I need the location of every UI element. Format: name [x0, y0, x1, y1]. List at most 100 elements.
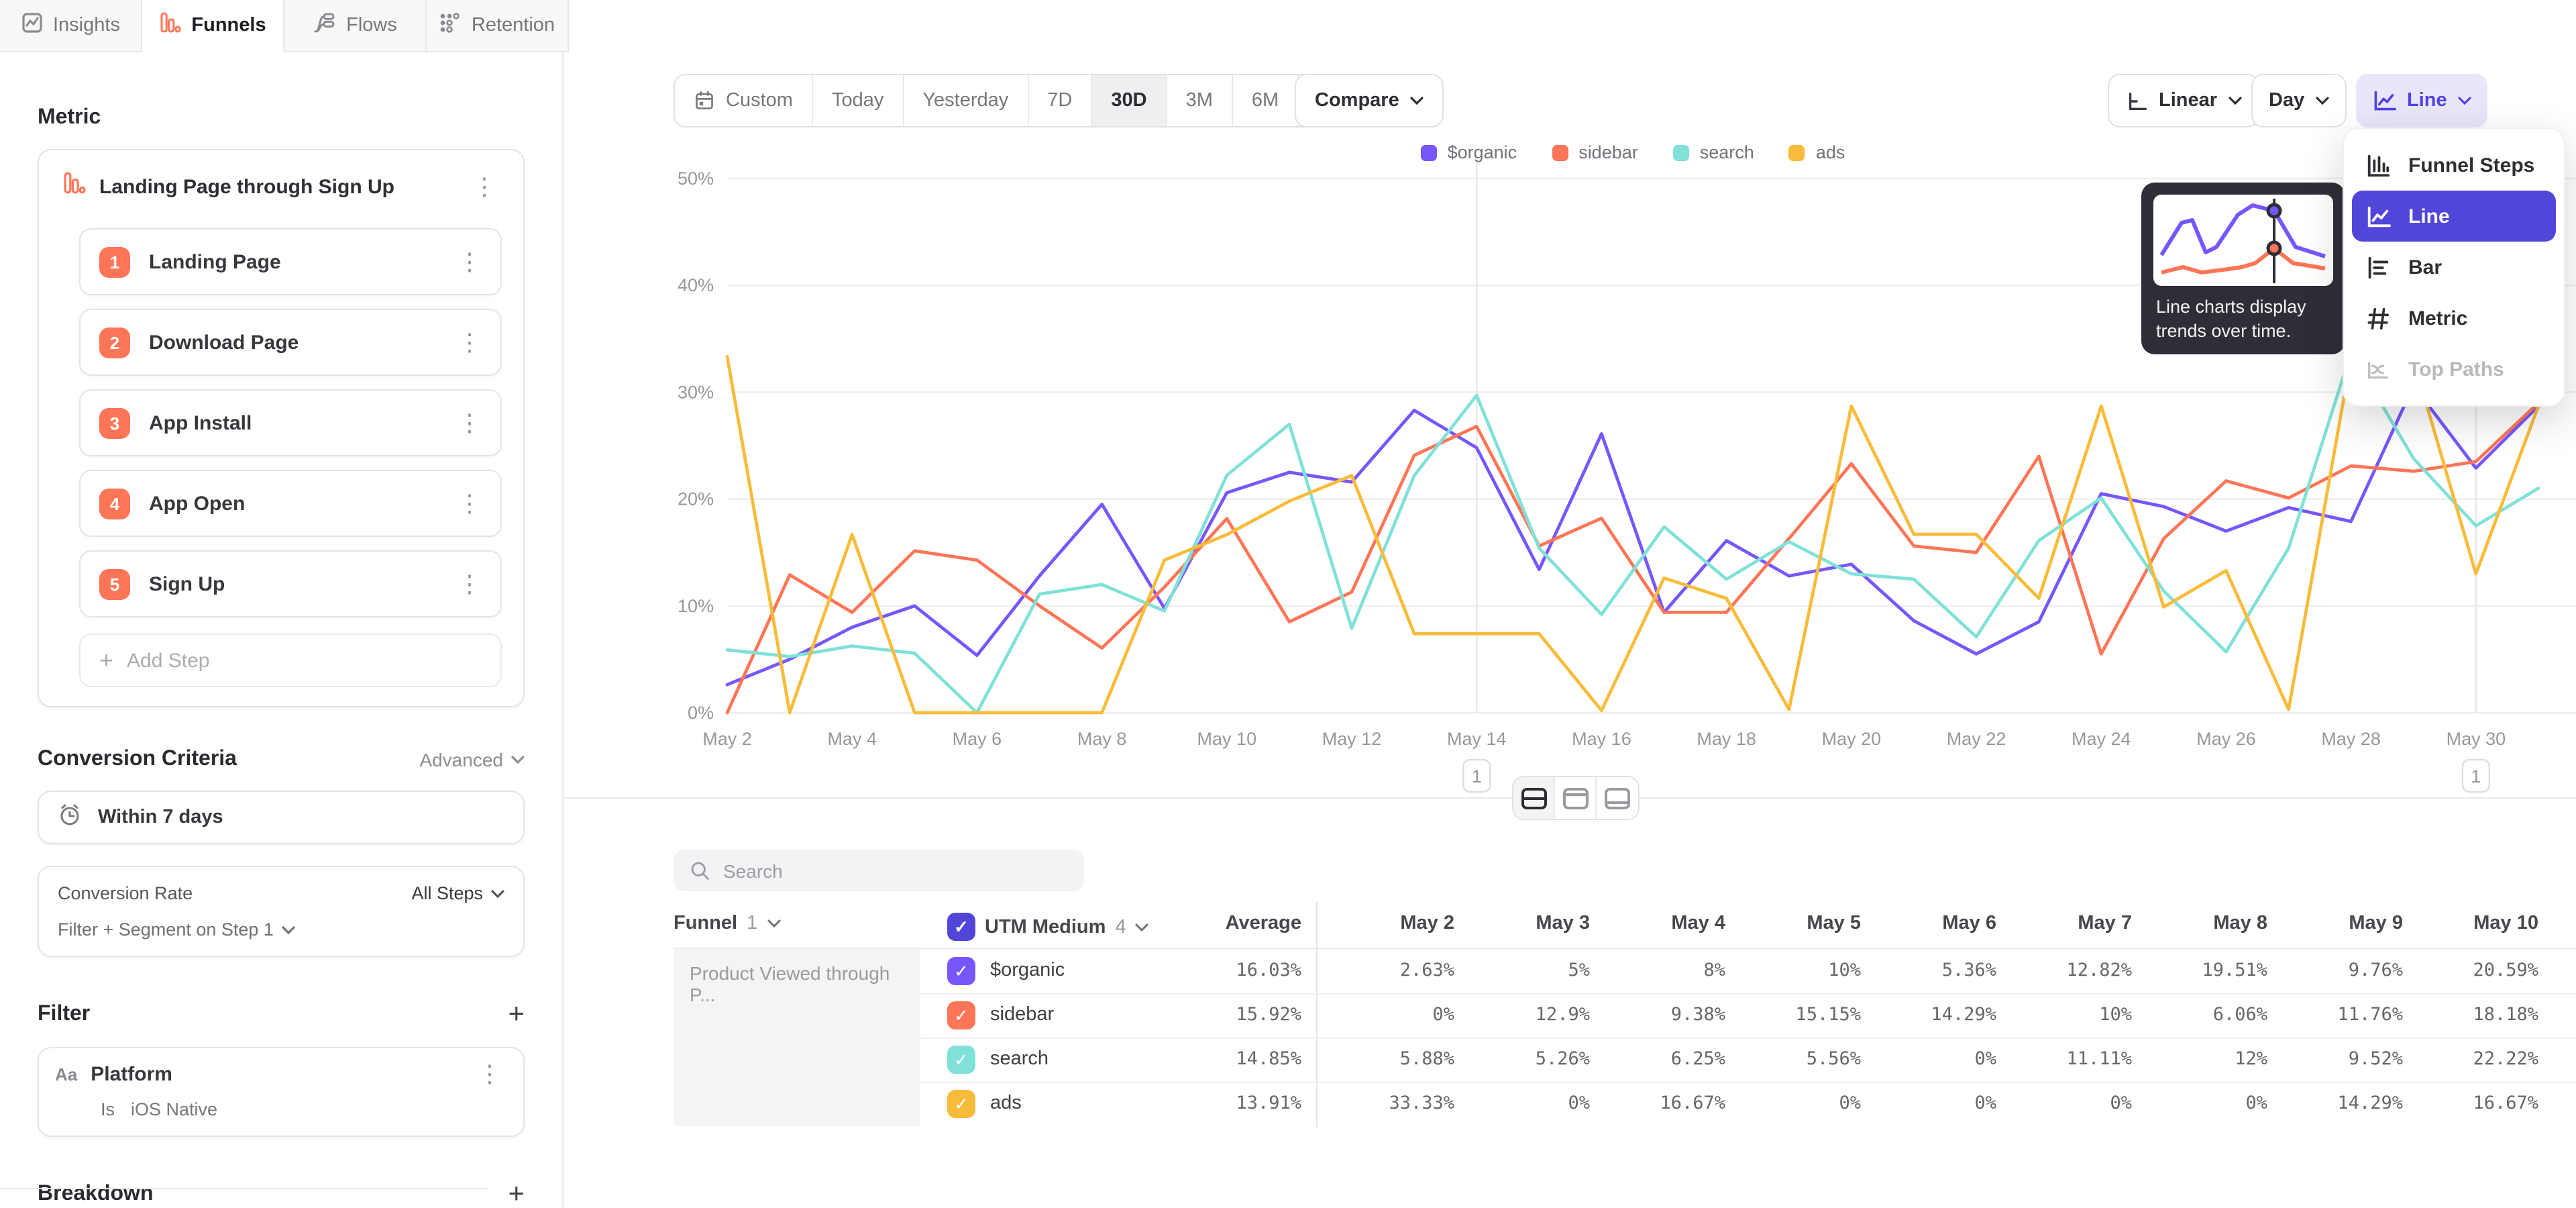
y-axis-label: 10% — [678, 596, 714, 616]
average-column-header[interactable]: Average — [1167, 913, 1301, 934]
granularity-button[interactable]: Day — [2251, 74, 2346, 128]
tab-insights[interactable]: Insights — [0, 0, 142, 52]
row-value: 5.36% — [1849, 960, 1996, 981]
row-value: 0% — [1307, 1004, 1454, 1025]
divider — [920, 1038, 2576, 1039]
funnel-title-row[interactable]: Landing Page through Sign Up ⋮ — [55, 166, 507, 215]
row-name: search — [990, 1048, 1049, 1070]
funnel-step-3[interactable]: 3 App Install ⋮ — [79, 389, 502, 456]
menu-item-metric[interactable]: Metric — [2352, 293, 2556, 344]
date-column-header[interactable]: May 2 — [1320, 913, 1454, 934]
all-steps-label: All Steps — [411, 883, 483, 903]
row-value: 6.06% — [2120, 1004, 2267, 1025]
x-axis-label: May 26 — [2196, 729, 2256, 749]
menu-item-bar[interactable]: Bar — [2352, 242, 2556, 293]
filter-property[interactable]: Platform — [91, 1062, 459, 1085]
select-all-checkbox[interactable]: ✓ — [947, 913, 975, 941]
kebab-menu-icon[interactable]: ⋮ — [472, 1062, 507, 1086]
series-line-ads[interactable] — [727, 356, 2538, 713]
row-average: 15.92% — [1154, 1004, 1301, 1025]
range-3m[interactable]: 3M — [1167, 75, 1233, 126]
annotation-badge[interactable]: 1 — [1463, 760, 1490, 792]
kebab-menu-icon[interactable]: ⋮ — [452, 491, 487, 515]
range-6m[interactable]: 6M — [1233, 75, 1299, 126]
date-column-header[interactable]: May 9 — [2269, 913, 2403, 934]
row-value: 10% — [1984, 1004, 2132, 1025]
funnel-column-header[interactable]: Funnel 1 — [674, 913, 780, 934]
row-value: 19.51% — [2120, 960, 2267, 981]
row-checkbox[interactable]: ✓ — [947, 1090, 975, 1118]
chevron-down-icon — [767, 919, 780, 927]
tab-flows[interactable]: Flows — [284, 0, 427, 52]
step-number-badge: 4 — [99, 488, 130, 519]
range-30d[interactable]: 30D — [1092, 75, 1167, 126]
conversion-window-card[interactable]: Within 7 days — [38, 791, 525, 844]
row-checkbox[interactable]: ✓ — [947, 1001, 975, 1029]
add-filter-button[interactable]: + — [508, 1000, 525, 1028]
step-label: App Install — [149, 411, 433, 434]
funnel-steps-icon — [2365, 152, 2391, 178]
range-today[interactable]: Today — [813, 75, 904, 126]
funnel-step-4[interactable]: 4 App Open ⋮ — [79, 470, 502, 537]
tooltip-text: Line charts display trends over time. — [2156, 295, 2333, 343]
divider — [0, 1188, 488, 1189]
tab-funnels[interactable]: Funnels — [142, 0, 284, 52]
compare-button[interactable]: Compare — [1295, 74, 1444, 128]
kebab-menu-icon[interactable]: ⋮ — [452, 411, 487, 435]
filter-value[interactable]: iOS Native — [131, 1099, 217, 1119]
menu-item-funnel-steps[interactable]: Funnel Steps — [2352, 140, 2556, 191]
split-view-button[interactable] — [1513, 777, 1555, 819]
svg-text:1: 1 — [1472, 766, 1482, 787]
range-yesterday[interactable]: Yesterday — [904, 75, 1028, 126]
menu-item-top-paths[interactable]: Top Paths — [2352, 344, 2556, 395]
menu-item-line[interactable]: Line — [2352, 191, 2556, 242]
breakdown-column-header[interactable]: ✓ UTM Medium 4 — [947, 913, 1149, 941]
row-checkbox[interactable]: ✓ — [947, 1046, 975, 1074]
x-axis-label: May 10 — [1197, 729, 1257, 749]
chart-type-button[interactable]: Line — [2356, 74, 2487, 128]
funnel-step-1[interactable]: 1 Landing Page ⋮ — [79, 228, 502, 295]
kebab-menu-icon[interactable]: ⋮ — [452, 250, 487, 274]
tab-retention[interactable]: Retention — [427, 0, 569, 52]
scale-button[interactable]: Linear — [2108, 74, 2259, 128]
chevron-down-icon — [282, 925, 295, 934]
annotation-badge[interactable]: 1 — [2463, 760, 2489, 792]
table-row-search: ✓ search 14.85%5.88%5.26%6.25%5.56%0%11.… — [920, 1038, 2576, 1082]
add-breakdown-button[interactable]: + — [508, 1180, 525, 1208]
row-value: 9.52% — [2255, 1048, 2403, 1070]
kebab-menu-icon[interactable]: ⋮ — [452, 572, 487, 596]
kebab-menu-icon[interactable]: ⋮ — [452, 330, 487, 354]
date-column-header[interactable]: May 10 — [2404, 913, 2538, 934]
row-value: 0% — [1442, 1093, 1590, 1114]
table-view-button[interactable] — [1597, 777, 1638, 819]
x-axis-label: May 24 — [2072, 729, 2131, 749]
funnel-step-5[interactable]: 5 Sign Up ⋮ — [79, 550, 502, 617]
date-column-header[interactable]: May 4 — [1591, 913, 1725, 934]
tab-label: Flows — [346, 15, 397, 36]
kebab-menu-icon[interactable]: ⋮ — [467, 174, 502, 199]
add-step-button[interactable]: + Add Step — [79, 634, 502, 687]
filter-operator[interactable]: Is — [101, 1099, 115, 1119]
funnel-cell[interactable]: Product Viewed through P... — [674, 949, 920, 1126]
range-7d[interactable]: 7D — [1028, 75, 1092, 126]
row-checkbox[interactable]: ✓ — [947, 957, 975, 985]
menu-item-label: Metric — [2408, 307, 2467, 330]
all-steps-dropdown[interactable]: All Steps — [411, 883, 504, 903]
series-line-sidebar[interactable] — [727, 403, 2538, 713]
advanced-dropdown[interactable]: Advanced — [419, 749, 525, 770]
date-column-header[interactable]: May 7 — [1998, 913, 2132, 934]
date-column-header[interactable]: May 8 — [2133, 913, 2267, 934]
table-search[interactable] — [674, 850, 1084, 891]
breakdown-col-count: 4 — [1115, 916, 1126, 938]
chevron-down-icon — [2228, 97, 2241, 105]
date-column-header[interactable]: May 5 — [1727, 913, 1861, 934]
search-input[interactable] — [723, 860, 1032, 881]
filter-segment-dropdown[interactable]: Filter + Segment on Step 1 — [58, 919, 504, 940]
date-column-header[interactable]: May 6 — [1862, 913, 1996, 934]
funnel-step-2[interactable]: 2 Download Page ⋮ — [79, 309, 502, 376]
series-line-organic[interactable] — [727, 386, 2538, 685]
chart-view-button[interactable] — [1555, 777, 1597, 819]
date-column-header[interactable]: May 3 — [1456, 913, 1590, 934]
row-value: 5.56% — [1713, 1048, 1861, 1070]
range-custom[interactable]: Custom — [675, 75, 813, 126]
